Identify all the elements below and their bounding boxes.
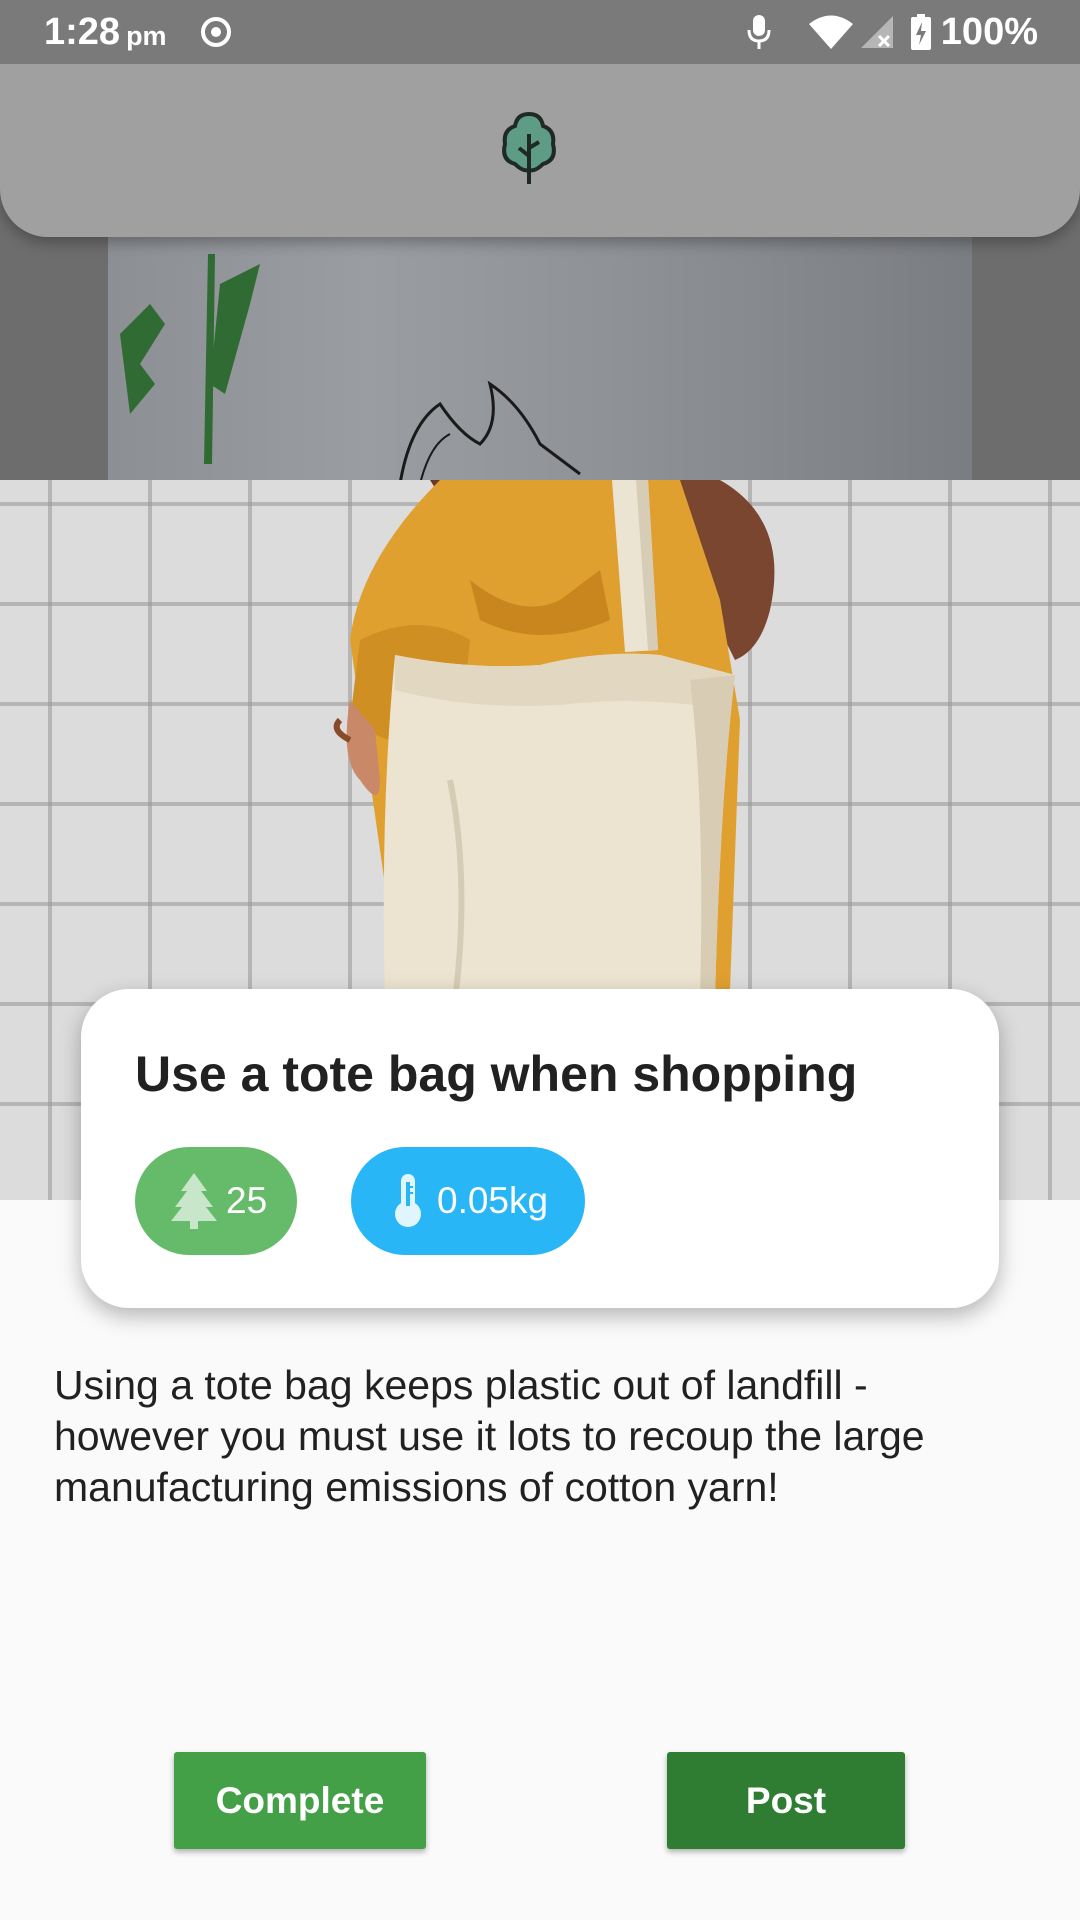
complete-button[interactable]: Complete — [174, 1752, 426, 1849]
challenge-card: Use a tote bag when shopping 25 0.05kg — [81, 989, 999, 1308]
record-icon — [200, 17, 231, 47]
post-button[interactable]: Post — [667, 1752, 905, 1849]
challenge-description: Using a tote bag keeps plastic out of la… — [54, 1362, 925, 1510]
status-right: 100% — [747, 11, 1038, 54]
status-ampm: pm — [126, 20, 167, 51]
points-value: 25 — [226, 1180, 268, 1221]
battery-percent: 100% — [940, 10, 1038, 53]
status-time: 1:28 — [44, 10, 121, 53]
app-bar — [0, 64, 1080, 237]
challenge-title: Use a tote bag when shopping — [135, 1046, 858, 1102]
thermometer-icon — [393, 1174, 423, 1228]
shirt-print-outline — [399, 380, 581, 480]
shirt-print-green — [120, 254, 260, 464]
signal-icon — [860, 16, 893, 48]
status-left: 1:28 pm — [44, 11, 231, 54]
co2-value: 0.05kg — [437, 1180, 549, 1221]
battery-charging-icon — [910, 14, 931, 50]
mic-icon — [747, 15, 771, 49]
tree-icon — [499, 110, 559, 191]
points-badge: 25 — [135, 1147, 297, 1255]
wifi-icon — [808, 15, 853, 49]
status-bar: 1:28 pm 100% — [0, 0, 1080, 64]
co2-badge: 0.05kg — [351, 1147, 585, 1255]
pine-tree-icon — [171, 1173, 217, 1229]
